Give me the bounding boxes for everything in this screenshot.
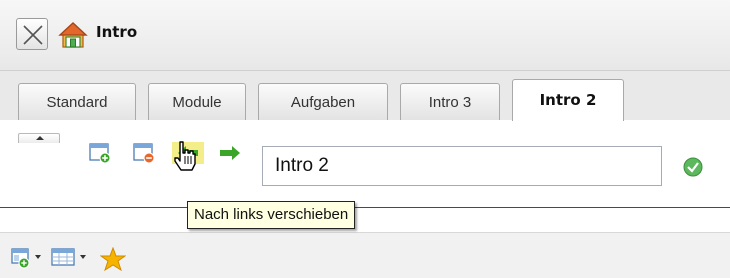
confirm-check-icon[interactable] bbox=[683, 157, 703, 177]
close-icon bbox=[23, 25, 43, 45]
tab-name-input[interactable]: Intro 2 bbox=[262, 146, 662, 186]
move-right-icon[interactable] bbox=[218, 141, 242, 165]
close-button[interactable] bbox=[16, 18, 48, 50]
collapse-toggle[interactable] bbox=[18, 133, 60, 143]
tab-aufgaben[interactable]: Aufgaben bbox=[258, 83, 388, 120]
tab-bar: Standard Module Aufgaben Intro 3 Intro 2 bbox=[0, 70, 730, 122]
tab-intro-2[interactable]: Intro 2 bbox=[512, 79, 624, 122]
bottom-toolbar bbox=[0, 232, 730, 278]
title-bar: Intro bbox=[0, 0, 730, 70]
layout-menu-icon[interactable] bbox=[50, 247, 90, 269]
window-title: Intro bbox=[96, 23, 138, 41]
tab-module[interactable]: Module bbox=[148, 83, 246, 120]
add-window-icon[interactable] bbox=[88, 141, 112, 165]
content-panel: Intro 2 bbox=[0, 120, 730, 232]
move-left-tooltip: Nach links verschieben bbox=[187, 201, 356, 229]
remove-window-icon[interactable] bbox=[132, 141, 156, 165]
hand-cursor-icon bbox=[174, 141, 196, 171]
home-icon bbox=[58, 22, 88, 48]
content-divider bbox=[0, 207, 730, 208]
add-layout-icon[interactable] bbox=[10, 247, 44, 269]
tab-intro-3[interactable]: Intro 3 bbox=[400, 83, 500, 120]
tab-standard[interactable]: Standard bbox=[18, 83, 136, 120]
favorite-star-icon[interactable] bbox=[100, 247, 126, 271]
